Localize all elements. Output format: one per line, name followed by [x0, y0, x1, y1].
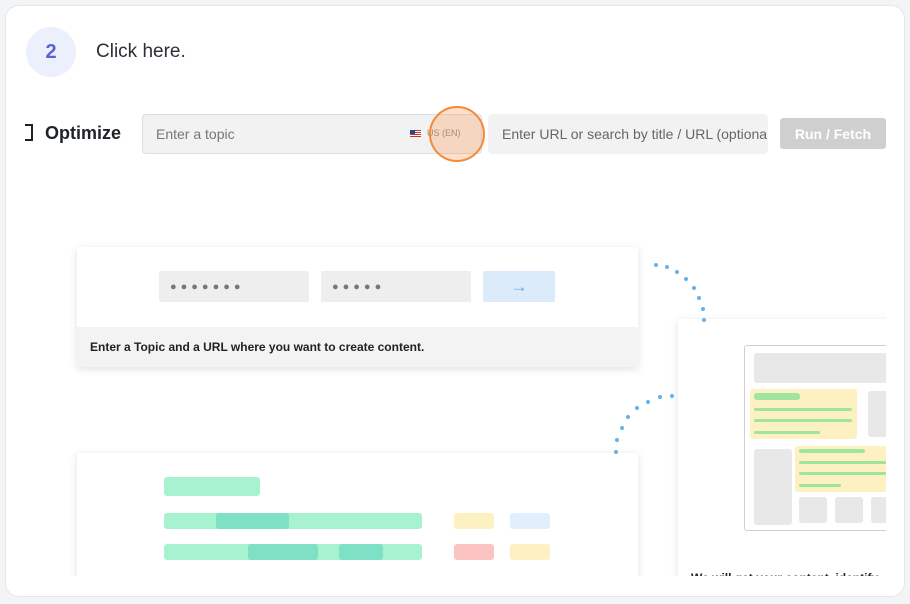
connector-dot	[626, 415, 631, 420]
illustration-page-header	[754, 353, 886, 383]
step-number-badge: 2	[26, 27, 76, 77]
illustration-heading-bar	[164, 477, 260, 496]
illustration-text-bar	[799, 472, 886, 475]
connector-dot	[645, 399, 650, 404]
illustration-tag	[454, 544, 494, 560]
illustration-tag	[510, 513, 550, 529]
illustration-image-block	[754, 449, 792, 525]
connector-dot	[653, 262, 658, 267]
tutorial-card: 2 Click here. Optimize US (EN) Run / Fet…	[5, 5, 905, 597]
connector-dot	[675, 270, 680, 275]
connector-dot	[635, 406, 640, 411]
illustration-text-highlight	[339, 544, 383, 560]
illustration-side-block	[868, 391, 886, 437]
illustration-topic-field: ●●●●●●●	[159, 271, 309, 302]
illustration-content-panel	[77, 453, 638, 576]
arrow-right-icon: →	[483, 271, 555, 302]
page-title: Optimize	[45, 123, 122, 143]
illustration-thumb	[871, 497, 886, 523]
topic-input[interactable]	[143, 115, 403, 153]
illustration-text-bar	[754, 393, 800, 400]
connector-dot	[684, 277, 689, 282]
illustration-thumb	[835, 497, 863, 523]
connector-dot	[691, 285, 696, 290]
connector-dot	[670, 394, 674, 398]
illustration-text-bar	[164, 513, 422, 529]
connector-dot	[665, 265, 670, 270]
illustration-url-field: ●●●●●	[321, 271, 471, 302]
connector-dot	[700, 306, 705, 311]
url-input[interactable]	[488, 114, 768, 154]
illustration-analysis-panel: We will get your content, identify	[678, 319, 886, 576]
connector-dot	[614, 450, 618, 454]
connector-dot	[702, 318, 706, 322]
illustration-text-bar	[799, 484, 841, 487]
illustration-text-bar	[754, 431, 820, 434]
url-field[interactable]	[488, 114, 768, 154]
illustration-text-bar	[754, 408, 852, 411]
illustration-tag	[454, 513, 494, 529]
connector-dot	[615, 437, 620, 442]
illustration-text-bar	[799, 461, 886, 464]
sidebar-toggle-icon[interactable]	[25, 124, 33, 141]
connector-dot	[657, 395, 662, 400]
illustration-text-highlight	[216, 513, 289, 529]
illustration-thumb	[799, 497, 827, 523]
run-fetch-button[interactable]: Run / Fetch	[780, 118, 886, 149]
step-instruction: Click here.	[96, 41, 186, 62]
connector-dot	[697, 295, 702, 300]
illustration-text-highlight	[248, 544, 318, 560]
illustration-analysis-caption: We will get your content, identify	[678, 559, 886, 576]
screenshot-area: Optimize US (EN) Run / Fetch ●●●●●●● ●●●…	[6, 98, 886, 576]
illustration-text-bar	[799, 449, 865, 453]
connector-dot	[619, 425, 624, 430]
click-highlight-marker	[429, 106, 485, 162]
illustration-topic-panel: ●●●●●●● ●●●●● → Enter a Topic and a URL …	[77, 247, 638, 367]
illustration-tag	[510, 544, 550, 560]
illustration-topic-caption: Enter a Topic and a URL where you want t…	[77, 327, 638, 367]
us-flag-icon	[410, 129, 421, 137]
illustration-text-bar	[754, 419, 852, 422]
